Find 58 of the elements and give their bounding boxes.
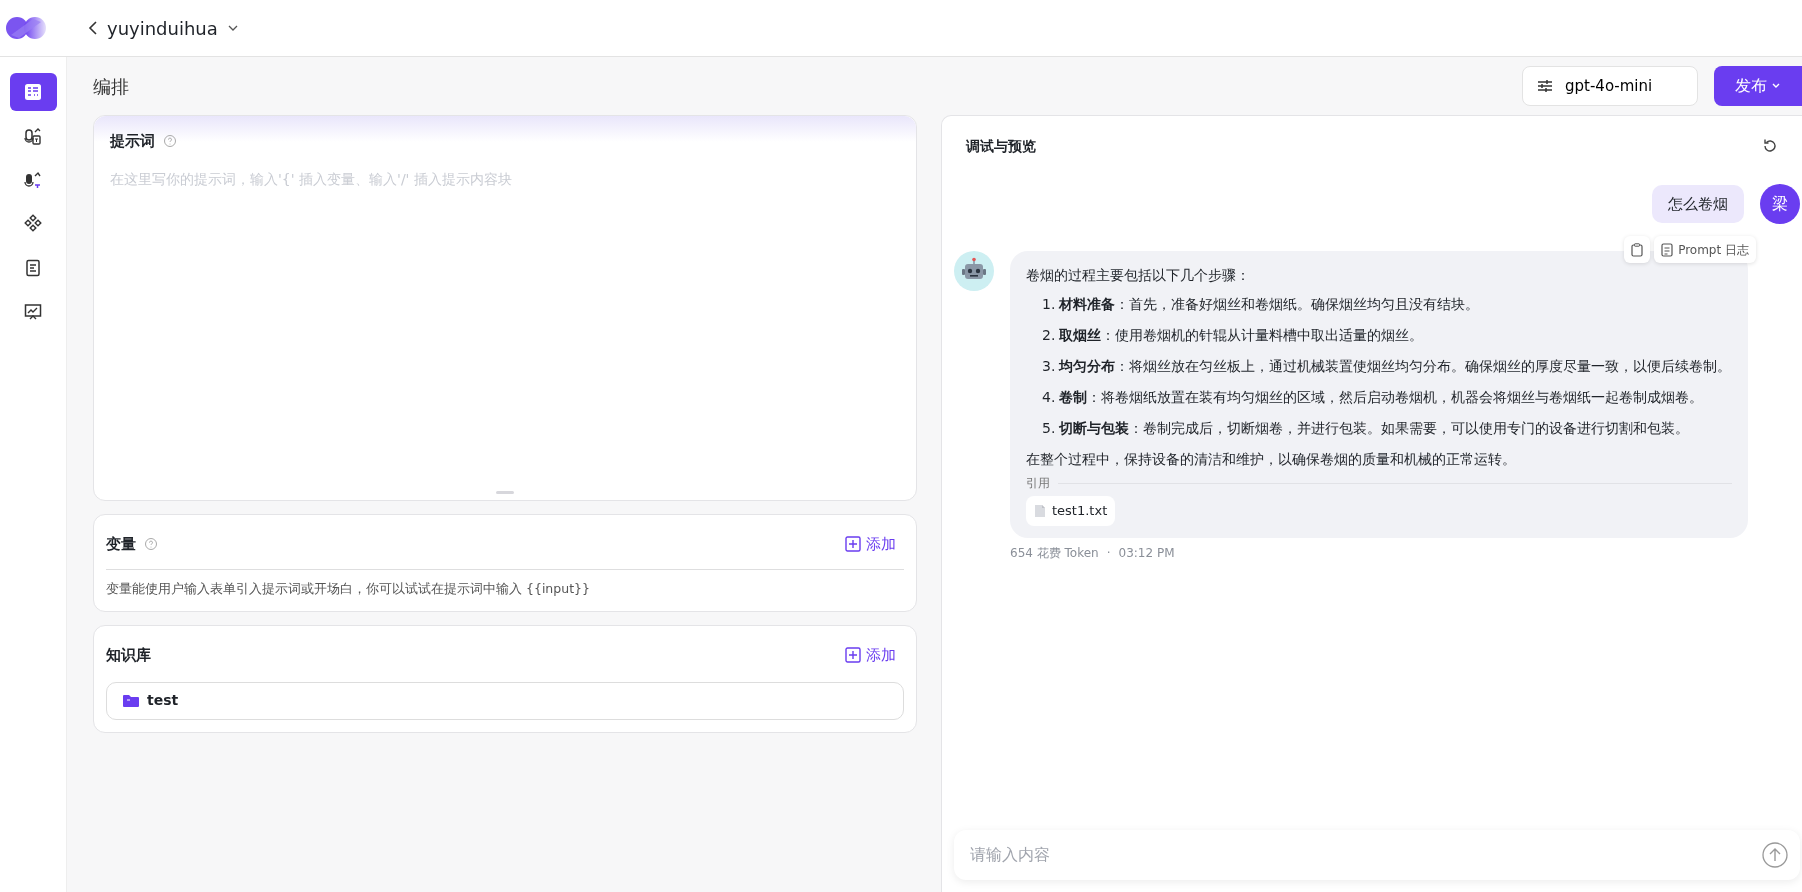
user-message: 怎么卷烟 [1652, 184, 1744, 224]
message-text: 在整个过程中，保持设备的清洁和维护，以确保卷烟的质量和机械的正常运转。 [1026, 450, 1517, 469]
list-number: 2. [1042, 326, 1056, 345]
citation-chip[interactable]: test1.txt [1026, 496, 1116, 526]
chart-board-icon [23, 302, 43, 322]
add-button[interactable]: 添加 [845, 532, 896, 556]
section-title: 知识库 [106, 644, 151, 666]
app-title[interactable]: yuyinduihua [107, 14, 218, 42]
page-title: 编排 [93, 74, 129, 99]
list-number: 1. [1042, 295, 1056, 314]
grid-icon [23, 82, 43, 102]
back-icon[interactable] [87, 20, 99, 36]
list-number: 4. [1042, 388, 1056, 407]
list-number: 3. [1042, 357, 1056, 376]
resize-handle[interactable] [496, 491, 514, 494]
send-icon[interactable] [1762, 842, 1788, 868]
copy-button[interactable] [1624, 236, 1651, 263]
voice-text-icon [23, 126, 43, 146]
plus-icon [845, 536, 861, 552]
publish-button[interactable]: 发布 [1714, 66, 1802, 106]
citation-label: 引用 [1026, 475, 1050, 492]
separator-dot: · [1106, 544, 1111, 562]
folder-icon [123, 694, 139, 708]
robot-avatar-icon [954, 251, 994, 291]
user-avatar: 梁 [1760, 184, 1800, 224]
diamond-nodes-icon [23, 214, 43, 234]
token-count: 654 花费 Token [1010, 544, 1099, 562]
message-text: 卷烟的过程主要包括以下几个步骤： [1026, 266, 1251, 285]
list-number: 5. [1042, 419, 1056, 438]
caret-icon [1771, 82, 1781, 90]
message-field[interactable]: 请输入内容 [968, 842, 1762, 868]
refresh-icon[interactable] [1762, 138, 1778, 154]
knowledge-name: test [147, 691, 179, 711]
document-icon [1661, 242, 1674, 257]
sidebar-item[interactable] [9, 73, 57, 111]
knowledge-item[interactable]: test [106, 681, 904, 720]
microphone-icon [23, 170, 43, 190]
prompt-log-button[interactable]: Prompt 日志 [1654, 236, 1756, 263]
list-item-text: 切断与包装：卷制完成后，切断烟卷，并进行包装。如果需要，可以使用专门的设备进行切割和包装。 [1059, 419, 1690, 438]
list-item-text: 取烟丝：使用卷烟机的针辊从计量料槽中取出适量的烟丝。 [1059, 326, 1424, 345]
section-title: 提示词 [110, 131, 155, 152]
add-button[interactable]: 添加 [845, 643, 896, 666]
section-title: 变量 [106, 533, 136, 555]
clipboard-icon [1631, 242, 1644, 257]
list-item-text: 材料准备：首先，准备好烟丝和卷烟纸。确保烟丝均匀且没有结块。 [1059, 295, 1480, 314]
list-item-text: 卷制：将卷烟纸放置在装有均匀烟丝的区域，然后启动卷烟机，机器会将烟丝与卷烟纸一起卷制成烟卷。 [1059, 388, 1704, 407]
plus-icon [845, 646, 861, 663]
model-selector[interactable]: gpt-4o-mini [1522, 66, 1698, 106]
sliders-icon [1537, 79, 1553, 93]
list-item-text: 均匀分布：将烟丝放在匀丝板上，通过机械装置使烟丝均匀分布。确保烟丝的厚度尽量一致，以便后续卷制。 [1059, 357, 1732, 376]
document-icon [23, 258, 43, 278]
file-icon [1034, 503, 1046, 518]
message-time: 03:12 PM [1118, 544, 1175, 562]
help-icon [163, 134, 177, 149]
help-icon [144, 537, 158, 551]
panel-title: 调试与预览 [966, 136, 1036, 156]
chat-input[interactable]: 请输入内容 [954, 830, 1800, 880]
hint-text: 变量能使用户输入表单引入提示词或开场白，你可以试试在提示词中输入 {{input}} [106, 580, 591, 598]
